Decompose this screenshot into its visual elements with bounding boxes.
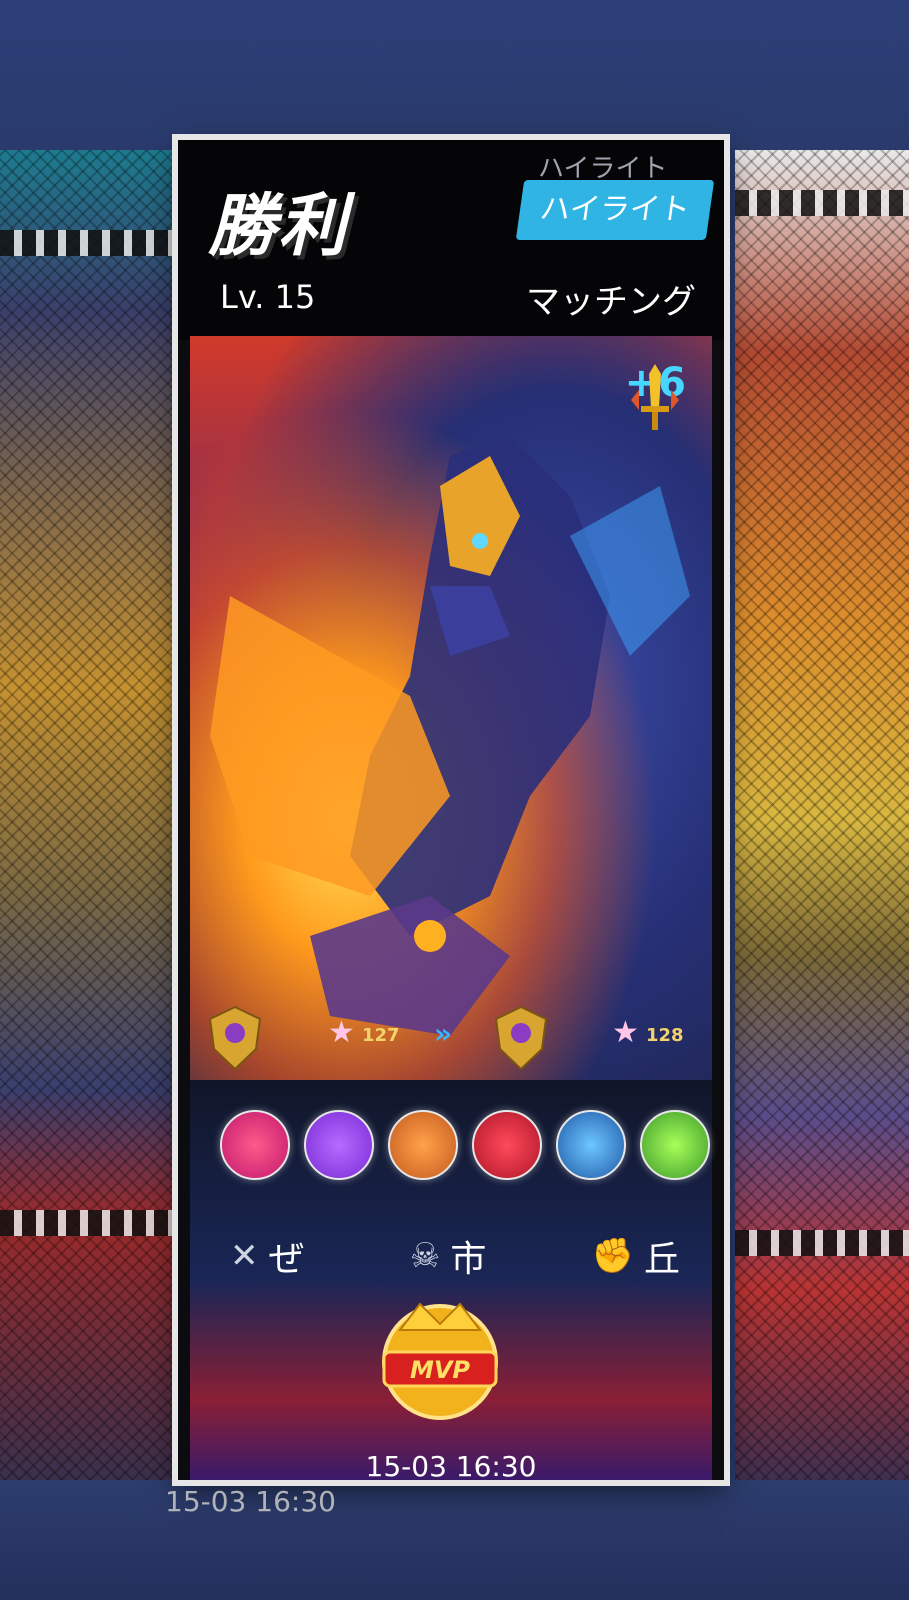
result-title: 勝利	[208, 186, 349, 266]
match-date-ghost: 15-03 16:30	[165, 1485, 336, 1518]
assists-value: 丘	[643, 1239, 680, 1280]
stars-after: 128	[646, 1025, 684, 1046]
stripe	[735, 1230, 909, 1256]
left-background-panel	[0, 150, 180, 1490]
highlight-button[interactable]: ハイライト	[515, 180, 715, 240]
item-icon[interactable]	[472, 1110, 542, 1180]
crossed-swords-icon: ✕	[230, 1236, 259, 1276]
rank-progress: ★ 127 » ★ 128	[190, 995, 712, 1085]
mvp-badge-icon: MVP	[382, 1302, 498, 1420]
star-icon: ★	[328, 1015, 355, 1050]
match-date: 15-03 16:30	[365, 1450, 537, 1483]
match-mode: マッチング	[526, 282, 696, 322]
item-list	[220, 1110, 710, 1180]
item-icon[interactable]	[304, 1110, 374, 1180]
item-icon[interactable]	[556, 1110, 626, 1180]
progress-arrow-icon: »	[434, 1017, 453, 1050]
kills-stat: ✕ ぜ	[230, 1230, 305, 1282]
kda-row: ✕ ぜ ☠ 市 ✊ 丘	[230, 1230, 680, 1282]
background-top	[0, 0, 909, 150]
boost-badge: +6	[625, 360, 686, 430]
item-icon[interactable]	[220, 1110, 290, 1180]
stripe	[0, 1210, 180, 1236]
rank-emblem-icon	[494, 1005, 548, 1071]
card-header: ハイライト 勝利 ハイライト Lv. 15 マッチング	[178, 140, 724, 340]
skull-icon: ☠	[409, 1236, 441, 1276]
sword-icon	[630, 364, 679, 430]
assists-stat: ✊ 丘	[592, 1230, 680, 1282]
mvp-label: MVP	[410, 1356, 470, 1384]
match-result-card[interactable]: ハイライト 勝利 ハイライト Lv. 15 マッチング +6	[178, 140, 724, 1483]
kills-value: ぜ	[268, 1239, 305, 1280]
item-icon[interactable]	[640, 1110, 710, 1180]
deaths-stat: ☠ 市	[410, 1230, 487, 1282]
right-background-panel	[735, 150, 909, 1490]
match-stats: ✕ ぜ ☠ 市 ✊ 丘 MVP 15-03 16:30	[190, 1080, 712, 1483]
background-bottom	[0, 1480, 909, 1600]
fist-icon: ✊	[591, 1236, 634, 1276]
player-level: Lv. 15	[220, 278, 316, 316]
star-icon: ★	[612, 1015, 639, 1050]
item-icon[interactable]	[388, 1110, 458, 1180]
stripe	[0, 230, 180, 256]
stripe	[735, 190, 909, 216]
stars-before: 127	[362, 1025, 400, 1046]
rank-emblem-icon	[208, 1005, 262, 1071]
deaths-value: 市	[450, 1239, 487, 1280]
